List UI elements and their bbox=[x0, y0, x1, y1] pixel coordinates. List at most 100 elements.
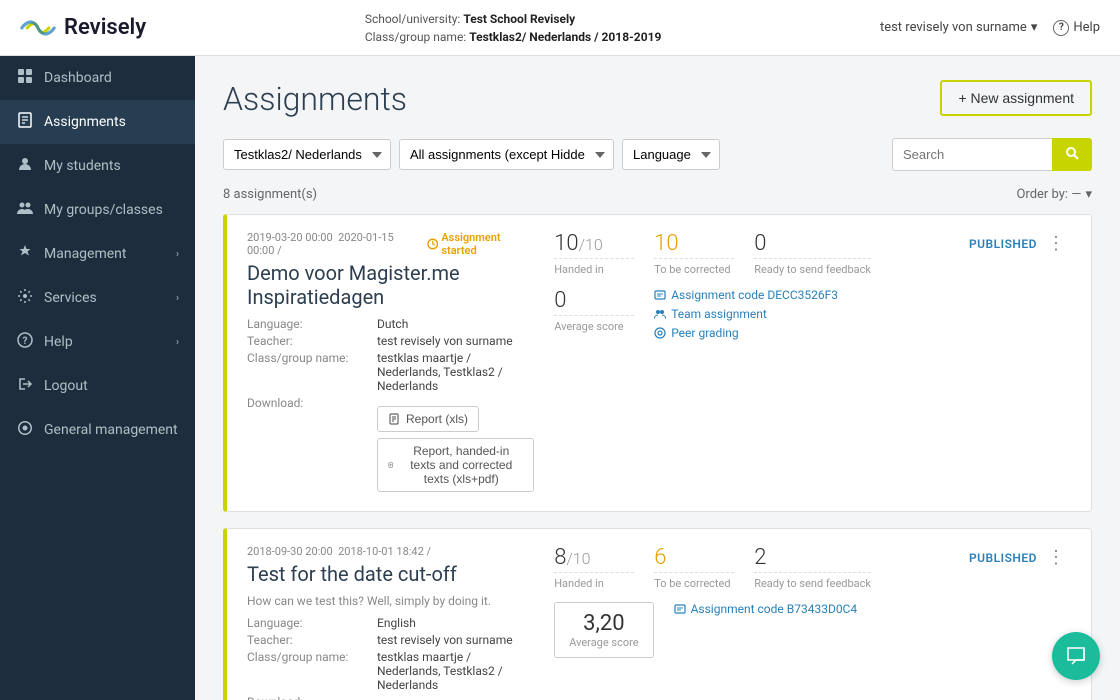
meta-row: 8 assignment(s) Order by: — ▾ bbox=[223, 187, 1092, 202]
handed-in-stat-1: 10/10 Handed in bbox=[554, 231, 634, 276]
search-button[interactable] bbox=[1052, 138, 1092, 171]
published-badge-2: PUBLISHED bbox=[969, 551, 1037, 565]
sidebar-label-my-groups: My groups/classes bbox=[44, 202, 163, 218]
action-links-1: Assignment code DECC3526F3 Team assignme… bbox=[654, 288, 838, 340]
logo-icon bbox=[20, 16, 56, 40]
filters-row: Testklas2/ Nederlands All assignments (e… bbox=[223, 138, 1092, 171]
report-icon-1 bbox=[388, 413, 400, 425]
content-area: Assignments + New assignment Testklas2/ … bbox=[195, 56, 1120, 700]
card-title-2: Test for the date cut-off bbox=[247, 562, 534, 586]
help-link[interactable]: ? Help bbox=[1053, 20, 1100, 36]
assignments-icon bbox=[16, 112, 34, 132]
download-report-btn-1[interactable]: Report (xls) bbox=[377, 406, 479, 432]
management-icon bbox=[16, 244, 34, 264]
team-assignment-link-1[interactable]: Team assignment bbox=[654, 307, 838, 321]
assignment-code-link-2[interactable]: Assignment code B73433D0C4 bbox=[674, 602, 858, 616]
sidebar-label-my-students: My students bbox=[44, 158, 121, 174]
help-label: Help bbox=[1073, 20, 1100, 35]
card-date-1: 2019-03-20 00:00 2020-01-15 00:00 / Assi… bbox=[247, 231, 534, 257]
date-range-text-1: 2019-03-20 00:00 2020-01-15 00:00 / bbox=[247, 231, 423, 257]
assignment-card: 2019-03-20 00:00 2020-01-15 00:00 / Assi… bbox=[223, 214, 1092, 512]
card-stats-1: 10/10 Handed in 10 To be corrected 0 Rea… bbox=[554, 231, 871, 495]
sidebar-item-assignments[interactable]: Assignments bbox=[0, 100, 195, 144]
logo-area: Revisely bbox=[20, 15, 146, 40]
sidebar-item-my-students[interactable]: My students bbox=[0, 144, 195, 188]
card-title-1: Demo voor Magister.me Inspiratiedagen bbox=[247, 261, 534, 309]
logout-icon bbox=[16, 376, 34, 396]
three-dot-menu-2[interactable]: ⋮ bbox=[1041, 545, 1071, 570]
card-date-2: 2018-09-30 20:00 2018-10-01 18:42 / bbox=[247, 545, 534, 558]
full-report-icon-1 bbox=[388, 459, 393, 471]
three-dot-menu-1[interactable]: ⋮ bbox=[1041, 231, 1071, 256]
sidebar-label-management: Management bbox=[44, 246, 126, 262]
assignment-code-link-1[interactable]: Assignment code DECC3526F3 bbox=[654, 288, 838, 302]
type-filter-select[interactable]: All assignments (except Hidde bbox=[399, 139, 614, 170]
card-download-1: Download: Report (xls) Report, handed-in… bbox=[247, 396, 534, 492]
to-be-corrected-stat-1: 10 To be corrected bbox=[654, 231, 734, 276]
logo-text: Revisely bbox=[64, 15, 146, 40]
sidebar-item-management[interactable]: Management › bbox=[0, 232, 195, 276]
user-area: test revisely von surname ▾ ? Help bbox=[880, 20, 1100, 36]
card-teacher-1: Teacher: test revisely von surname bbox=[247, 334, 534, 348]
class-filter-select[interactable]: Testklas2/ Nederlands bbox=[223, 139, 391, 170]
school-info: School/university: Test School Revisely … bbox=[365, 10, 662, 46]
date-range-text-2: 2018-09-30 20:00 2018-10-01 18:42 / bbox=[247, 545, 431, 558]
card-left-1: 2019-03-20 00:00 2020-01-15 00:00 / Assi… bbox=[247, 231, 534, 495]
search-icon bbox=[1065, 146, 1079, 160]
clock-icon-1 bbox=[427, 238, 438, 250]
avg-score-box-2: 3,20 Average score bbox=[554, 602, 653, 658]
sidebar-label-assignments: Assignments bbox=[44, 114, 126, 130]
ready-feedback-stat-1: 0 Ready to send feedback bbox=[754, 231, 871, 276]
order-by-button[interactable]: Order by: — ▾ bbox=[1016, 187, 1092, 202]
user-name-button[interactable]: test revisely von surname ▾ bbox=[880, 20, 1037, 35]
top-header: Revisely School/university: Test School … bbox=[0, 0, 1120, 56]
sidebar-label-logout: Logout bbox=[44, 378, 88, 394]
new-assignment-button[interactable]: + New assignment bbox=[940, 80, 1092, 116]
card-right-1: PUBLISHED ⋮ bbox=[891, 231, 1071, 495]
card-left-2: 2018-09-30 20:00 2018-10-01 18:42 / Test… bbox=[247, 545, 534, 700]
sidebar-label-help: Help bbox=[44, 334, 73, 350]
ready-feedback-stat-2: 2 Ready to send feedback bbox=[754, 545, 871, 590]
management-arrow-icon: › bbox=[176, 249, 179, 260]
card-language-1: Language: Dutch bbox=[247, 317, 534, 331]
language-filter-select[interactable]: Language bbox=[622, 139, 720, 170]
dashboard-icon bbox=[16, 68, 34, 88]
to-be-corrected-stat-2: 6 To be corrected bbox=[654, 545, 734, 590]
search-input[interactable] bbox=[892, 138, 1052, 171]
peer-icon-1 bbox=[654, 327, 666, 339]
search-wrapper bbox=[892, 138, 1092, 171]
school-label: School/university: bbox=[365, 12, 461, 26]
sidebar-label-dashboard: Dashboard bbox=[44, 70, 112, 86]
peer-grading-link-1[interactable]: Peer grading bbox=[654, 326, 838, 340]
sidebar: Dashboard Assignments My students My gro… bbox=[0, 56, 195, 700]
sidebar-item-dashboard[interactable]: Dashboard bbox=[0, 56, 195, 100]
sidebar-label-general-management: General management bbox=[44, 422, 178, 438]
chat-bubble[interactable] bbox=[1052, 632, 1100, 680]
class-name: Testklas2/ Nederlands / 2018-2019 bbox=[469, 30, 661, 44]
assignments-count: 8 assignment(s) bbox=[223, 187, 317, 202]
sidebar-item-services[interactable]: Services › bbox=[0, 276, 195, 320]
sidebar-item-logout[interactable]: Logout bbox=[0, 364, 195, 408]
download-row-1: Report (xls) Report, handed-in texts and… bbox=[377, 406, 534, 492]
general-management-icon bbox=[16, 420, 34, 440]
help-icon: ? bbox=[16, 332, 34, 352]
order-by-chevron-icon: ▾ bbox=[1085, 187, 1092, 202]
page-header: Assignments + New assignment bbox=[223, 80, 1092, 118]
order-by-label: Order by: — bbox=[1016, 187, 1081, 202]
download-full-report-btn-1[interactable]: Report, handed-in texts and corrected te… bbox=[377, 438, 534, 492]
services-icon bbox=[16, 288, 34, 308]
my-groups-icon bbox=[16, 200, 34, 220]
team-icon-1 bbox=[654, 308, 666, 320]
assignment-card-2: 2018-09-30 20:00 2018-10-01 18:42 / Test… bbox=[223, 528, 1092, 700]
my-students-icon bbox=[16, 156, 34, 176]
sidebar-item-help[interactable]: ? Help › bbox=[0, 320, 195, 364]
sidebar-item-my-groups[interactable]: My groups/classes bbox=[0, 188, 195, 232]
avg-score-stat-1: 0 Average score bbox=[554, 288, 634, 333]
chat-icon bbox=[1065, 645, 1087, 667]
card-teacher-2: Teacher: test revisely von surname bbox=[247, 633, 534, 647]
sidebar-item-general-management[interactable]: General management bbox=[0, 408, 195, 452]
action-links-2: Assignment code B73433D0C4 bbox=[674, 602, 858, 616]
user-name-text: test revisely von surname bbox=[880, 20, 1027, 35]
card-classname-2: Class/group name: testklas maartje / Ned… bbox=[247, 650, 534, 692]
class-label: Class/group name: bbox=[365, 30, 466, 44]
